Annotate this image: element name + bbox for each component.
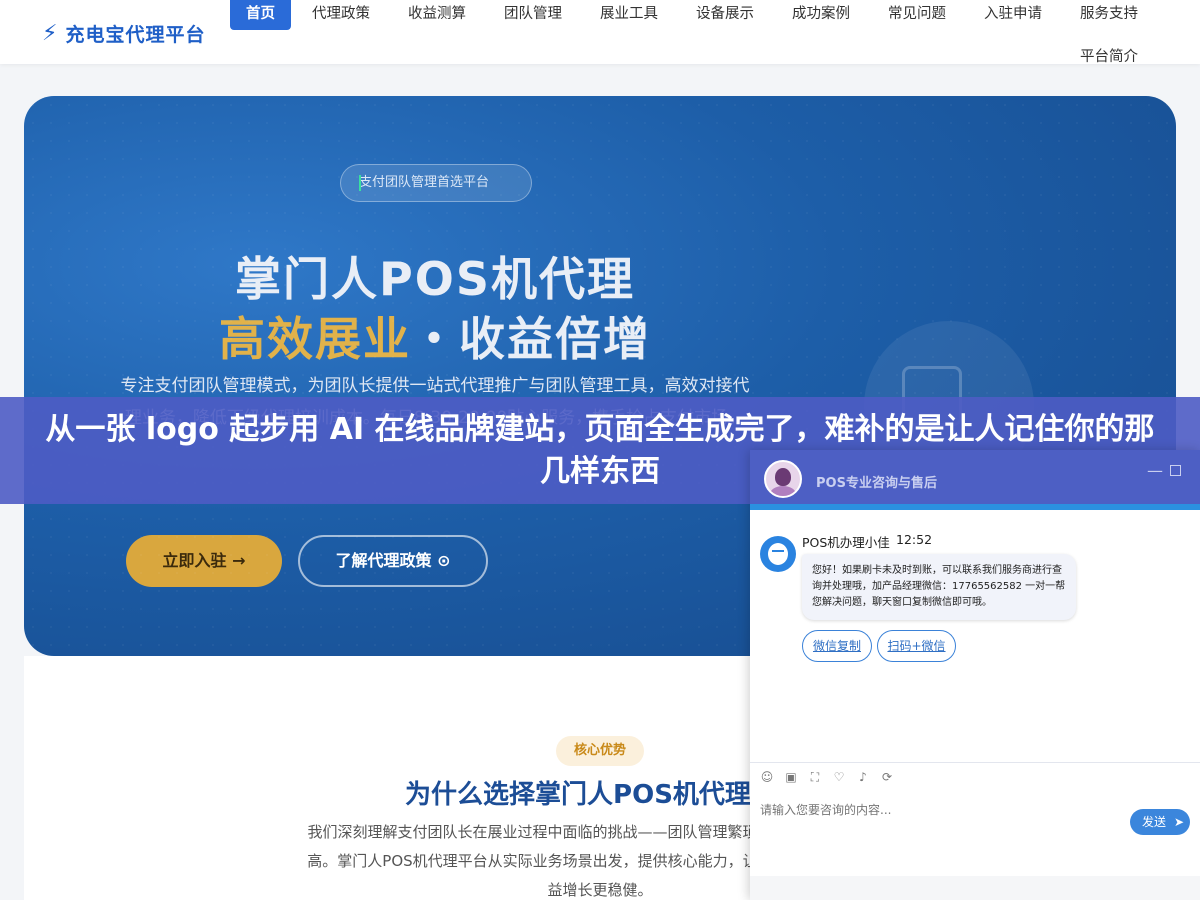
maximize-icon[interactable] bbox=[1170, 465, 1181, 476]
logo-text: 充电宝代理平台 bbox=[65, 24, 206, 46]
chat-header: POS专业咨询与售后 — bbox=[750, 450, 1200, 510]
section-tag: 核心优势 bbox=[556, 736, 644, 766]
top-navbar: ⚡ 充电宝代理平台 首页 代理政策 收益测算 团队管理 展业工具 设备展示 成功… bbox=[0, 0, 1200, 66]
site-logo[interactable]: ⚡ 充电宝代理平台 bbox=[42, 20, 205, 47]
transfer-icon[interactable]: ⟳ bbox=[880, 770, 894, 784]
screenshot-icon[interactable]: ⛶ bbox=[808, 770, 822, 784]
image-icon[interactable]: ▣ bbox=[784, 770, 798, 784]
agent-name: POS机办理小佳 bbox=[802, 535, 890, 550]
join-button-label: 立即入驻 bbox=[162, 551, 227, 570]
chat-message-input[interactable] bbox=[760, 800, 1120, 820]
nav-item-sales-tools[interactable]: 展业工具 bbox=[600, 2, 658, 23]
nav-item-revenue-calc[interactable]: 收益测算 bbox=[408, 2, 466, 23]
nav-item-agent-policy[interactable]: 代理政策 bbox=[312, 2, 370, 23]
evaluate-icon[interactable]: ♡ bbox=[832, 770, 846, 784]
agent-policy-button[interactable]: 了解代理政策 ⊙ bbox=[298, 535, 488, 587]
nav-item-team-management[interactable]: 团队管理 bbox=[504, 2, 562, 23]
send-button-label: 发送 bbox=[1142, 815, 1167, 829]
hero-badge: 支付团队管理首选平台 bbox=[340, 164, 532, 202]
chat-widget: POS专业咨询与售后 — POS机办理小佳 12:52 您好！如果刷卡未及时到账… bbox=[750, 450, 1200, 900]
join-button[interactable]: 立即入驻 → bbox=[126, 535, 282, 587]
hero-subtitle: 高效展业・收益倍增 bbox=[24, 303, 846, 369]
arrow-right-icon: → bbox=[232, 551, 246, 570]
message-time: 12:52 bbox=[896, 532, 933, 547]
nav-item-apply[interactable]: 入驻申请 bbox=[984, 2, 1042, 23]
hero-subtitle-highlight: 高效展业 bbox=[219, 312, 411, 366]
nav-item-cases[interactable]: 成功案例 bbox=[792, 2, 850, 23]
chat-header-bar bbox=[750, 504, 1200, 510]
minimize-icon[interactable]: — bbox=[1147, 461, 1163, 480]
chat-toolbar: ☺ ▣ ⛶ ♡ ♪ ⟳ bbox=[760, 770, 894, 784]
nav-item-devices[interactable]: 设备展示 bbox=[696, 2, 754, 23]
quick-reply-scan-wechat[interactable]: 扫码+微信 bbox=[877, 630, 956, 662]
service-avatar bbox=[764, 460, 802, 498]
send-icon: ➤ bbox=[1173, 815, 1184, 829]
nav-item-home[interactable]: 首页 bbox=[230, 0, 291, 30]
chat-footer bbox=[750, 876, 1200, 900]
emoji-icon[interactable]: ☺ bbox=[760, 770, 774, 784]
message-bubble: 您好！如果刷卡未及时到账，可以联系我们服务商进行查询并处理哦，加产品经理微信：1… bbox=[802, 554, 1076, 620]
nav-item-about[interactable]: 平台简介 bbox=[1080, 45, 1138, 66]
lightning-bolt-icon: ⚡ bbox=[42, 20, 58, 46]
hero-title: 掌门人POS机代理 bbox=[235, 252, 635, 306]
agent-avatar bbox=[760, 536, 796, 572]
chat-title: POS专业咨询与售后 bbox=[816, 476, 937, 491]
nav-item-support[interactable]: 服务支持 bbox=[1080, 2, 1138, 23]
chat-divider bbox=[750, 762, 1200, 763]
hero-subtitle-rest: ・收益倍增 bbox=[411, 312, 651, 366]
agent-policy-button-label: 了解代理政策 bbox=[335, 551, 432, 570]
voice-icon[interactable]: ♪ bbox=[856, 770, 870, 784]
send-button[interactable]: 发送 ➤ bbox=[1130, 809, 1190, 835]
circle-arrow-icon: ⊙ bbox=[437, 551, 451, 570]
nav-item-faq[interactable]: 常见问题 bbox=[888, 2, 946, 23]
quick-reply-copy-wechat[interactable]: 微信复制 bbox=[802, 630, 872, 662]
